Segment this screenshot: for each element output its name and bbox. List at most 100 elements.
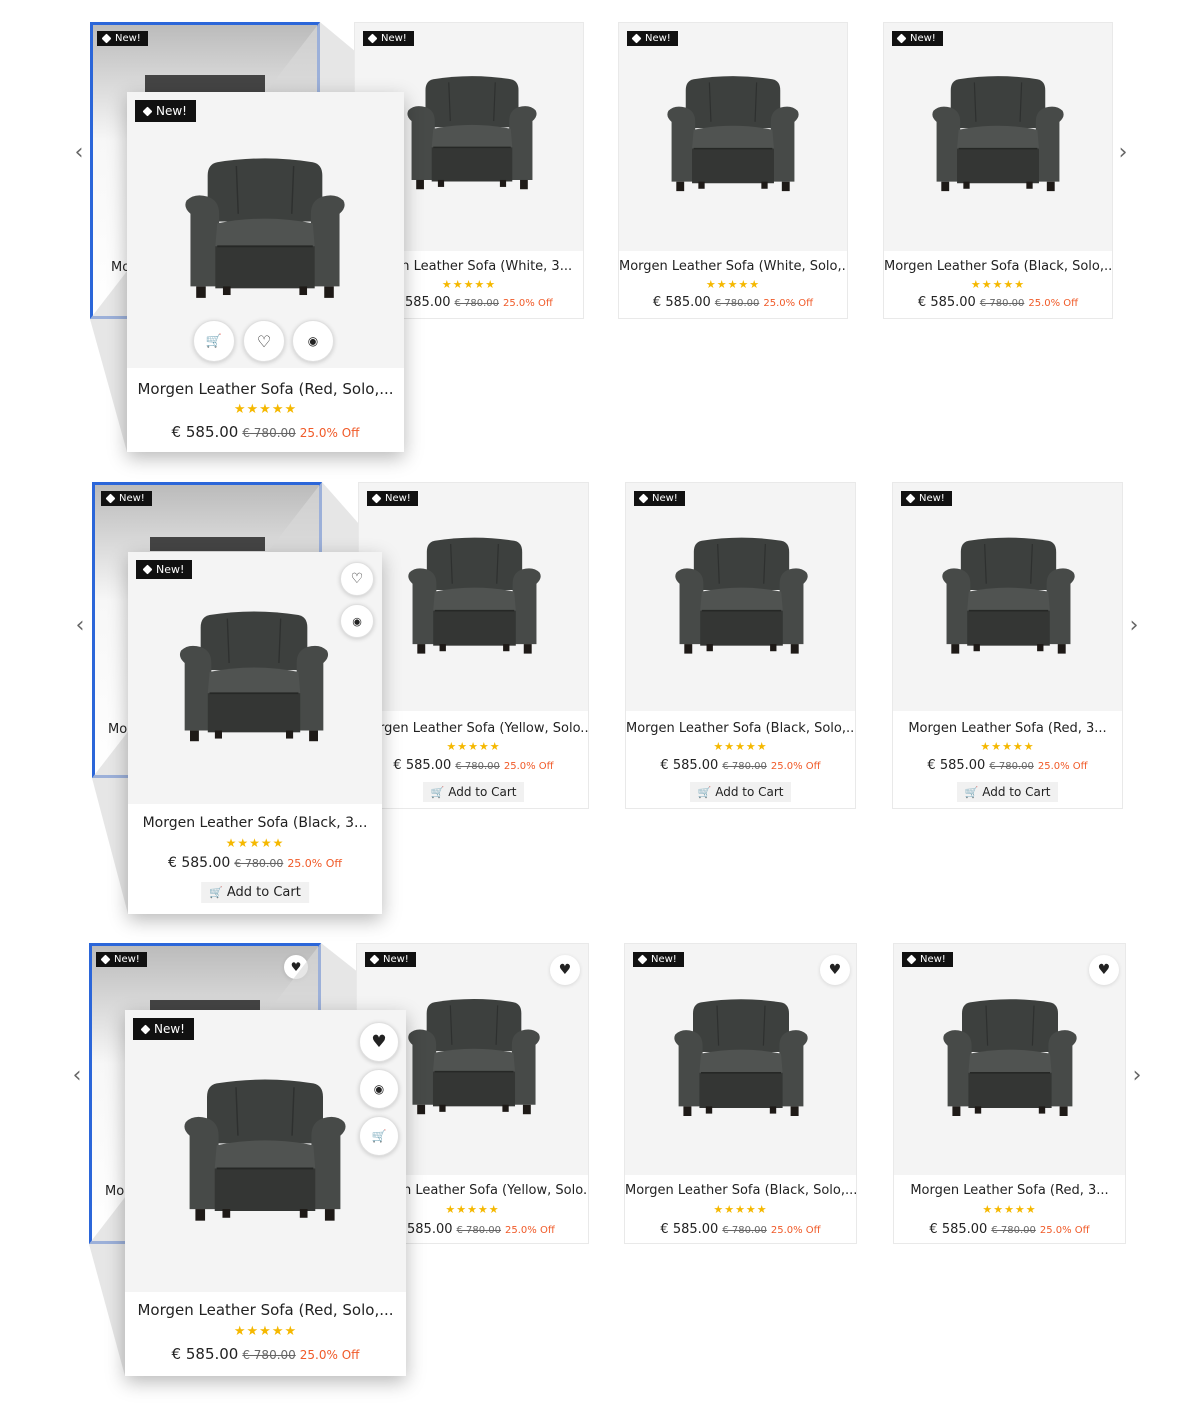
product-image[interactable] xyxy=(670,533,813,663)
new-badge: New! xyxy=(96,952,147,967)
heart-icon: ♥ xyxy=(558,962,572,978)
tag-icon xyxy=(906,954,917,965)
add-to-cart-button[interactable]: 🛒 Add to Cart xyxy=(422,782,525,802)
product-card[interactable]: New! rgen Leather Sofa (Yellow, Solo... … xyxy=(358,482,589,809)
cart-icon: 🛒 xyxy=(209,886,223,899)
rating-stars: ★★★★★ xyxy=(713,740,768,753)
product-image[interactable] xyxy=(927,73,1069,199)
carousel-row-1: ‹ › New! Mo New! gen Leather Sofa (White… xyxy=(0,0,1185,460)
heart-icon: ♡ xyxy=(350,571,364,587)
eye-icon: ◉ xyxy=(373,1082,385,1096)
product-image[interactable] xyxy=(174,606,334,752)
product-card[interactable]: New! Morgen Leather Sofa (Black, Solo,..… xyxy=(625,482,856,809)
cart-icon: 🛒 xyxy=(371,1129,387,1143)
product-image[interactable] xyxy=(669,994,813,1126)
product-name[interactable]: Morgen Leather Sofa (Black, Solo,... xyxy=(884,259,1112,274)
new-badge: New! xyxy=(892,31,943,46)
product-name[interactable]: n Leather Sofa (Yellow, Solo... xyxy=(403,1183,588,1198)
price-line: € 585.00 € 780.00 25.0% Off xyxy=(393,758,554,773)
tag-icon xyxy=(142,106,153,116)
product-name[interactable]: rgen Leather Sofa (Yellow, Solo... xyxy=(379,721,588,736)
product-image[interactable] xyxy=(938,994,1082,1126)
quick-view-button[interactable]: ◉ xyxy=(359,1069,399,1109)
add-to-cart-button[interactable]: 🛒 xyxy=(359,1116,399,1156)
rating-stars: ★★★★★ xyxy=(705,278,761,291)
product-name[interactable]: Morgen Leather Sofa (Red, Solo,... xyxy=(125,1301,406,1319)
tag-icon xyxy=(905,493,916,504)
product-card[interactable]: New! Morgen Leather Sofa (Black, Solo,..… xyxy=(883,22,1113,319)
product-image[interactable] xyxy=(403,533,546,663)
price-line: € 585.00 € 780.00 25.0% Off xyxy=(652,295,814,310)
tag-icon xyxy=(367,33,378,44)
product-image[interactable] xyxy=(937,533,1080,663)
eye-icon: ◉ xyxy=(307,334,319,348)
product-name[interactable]: Morgen Leather Sofa (Black, Solo,... xyxy=(625,1183,856,1198)
product-card[interactable]: New! Morgen Leather Sofa (Red, 3... ★★★★… xyxy=(892,482,1123,809)
add-to-cart-button[interactable]: 🛒 Add to Cart xyxy=(956,782,1059,802)
new-badge: New! xyxy=(133,1018,194,1040)
rating-stars: ★★★★★ xyxy=(446,740,501,753)
product-card[interactable]: New! Morgen Leather Sofa (White, Solo,..… xyxy=(618,22,848,319)
product-image[interactable] xyxy=(178,1072,352,1234)
new-badge: New! xyxy=(97,31,148,46)
cart-icon: 🛒 xyxy=(430,785,445,799)
new-badge: New! xyxy=(633,952,684,967)
tag-icon xyxy=(371,493,382,504)
tag-icon xyxy=(638,493,649,504)
new-badge: New! xyxy=(901,491,952,506)
rating-stars: ★★★★★ xyxy=(982,1203,1037,1216)
new-badge: New! xyxy=(627,31,678,46)
product-name[interactable]: Morgen Leather Sofa (Black, Solo,... xyxy=(626,721,855,736)
heart-icon: ♥ xyxy=(1097,962,1111,978)
price-line: 585.00 € 780.00 25.0% Off xyxy=(405,295,553,310)
new-badge: New! xyxy=(365,952,416,967)
wishlist-button[interactable]: ♥ xyxy=(1089,955,1119,985)
tag-icon xyxy=(896,33,907,44)
new-badge: New! xyxy=(135,100,196,122)
product-card[interactable]: New! ♥ Morgen Leather Sofa (Red, 3... ★★… xyxy=(893,943,1126,1244)
new-badge: New! xyxy=(136,560,193,579)
product-name[interactable]: Morgen Leather Sofa (Red, 3... xyxy=(893,721,1122,736)
heart-icon: ♥ xyxy=(828,962,842,978)
carousel-row-2: ‹ › New! Mo New! rgen Leather Sofa (Yell… xyxy=(0,480,1185,920)
rating-stars: ★★★★★ xyxy=(225,836,285,850)
rating-stars: ★★★★★ xyxy=(713,1203,768,1216)
price-line: € 585.00 € 780.00 25.0% Off xyxy=(167,855,342,871)
price-line: € 585.00 € 780.00 25.0% Off xyxy=(660,1222,821,1237)
wishlist-button[interactable]: ♥ xyxy=(820,955,850,985)
rating-stars: ★★★★★ xyxy=(233,1324,298,1339)
tag-icon xyxy=(100,954,111,965)
quick-view-button[interactable]: ◉ xyxy=(340,604,374,638)
wishlist-button[interactable]: ♡ xyxy=(243,320,285,362)
wishlist-button[interactable]: ♥ xyxy=(359,1022,399,1062)
wishlist-button[interactable]: ♡ xyxy=(340,562,374,596)
hover-preview-card[interactable]: New! ♡ ◉ Morgen Leather Sofa (Black, 3..… xyxy=(128,552,382,914)
rating-stars: ★★★★★ xyxy=(980,740,1035,753)
carousel-row-3: ‹ › New! ♥ Mo New! ♥ n Leather Sofa (Yel… xyxy=(0,940,1185,1390)
product-name[interactable]: Morgen Leather Sofa (Red, Solo,... xyxy=(127,380,404,398)
tag-icon xyxy=(105,493,116,504)
tag-icon xyxy=(140,1024,151,1034)
tag-icon xyxy=(637,954,648,965)
wishlist-button[interactable]: ♥ xyxy=(550,955,580,985)
product-name[interactable]: Morgen Leather Sofa (Red, 3... xyxy=(894,1183,1125,1198)
hover-preview-card[interactable]: New! 🛒 ♡ ◉ Morgen Leather Sofa (Red, Sol… xyxy=(127,92,404,452)
hover-preview-card[interactable]: New! ♥ ◉ 🛒 Morgen Leather Sofa (Red, Sol… xyxy=(125,1010,406,1376)
product-name[interactable]: Morgen Leather Sofa (White, Solo,... xyxy=(619,259,847,274)
price-line: € 585.00 € 780.00 25.0% Off xyxy=(660,758,821,773)
product-name[interactable]: Morgen Leather Sofa (Black, 3... xyxy=(128,815,382,831)
tag-icon xyxy=(631,33,642,44)
product-name[interactable]: gen Leather Sofa (White, 3... xyxy=(385,259,583,274)
product-card[interactable]: New! ♥ Morgen Leather Sofa (Black, Solo,… xyxy=(624,943,857,1244)
quick-view-button[interactable]: ◉ xyxy=(292,320,334,362)
tag-icon xyxy=(369,954,380,965)
tag-icon xyxy=(101,33,112,44)
add-to-cart-button[interactable]: 🛒 xyxy=(193,320,235,362)
add-to-cart-button[interactable]: 🛒 Add to Cart xyxy=(689,782,792,802)
product-image[interactable] xyxy=(402,73,542,197)
add-to-cart-button[interactable]: 🛒 Add to Cart xyxy=(201,882,309,903)
rating-stars: ★★★★★ xyxy=(970,278,1026,291)
product-image[interactable] xyxy=(179,152,351,310)
product-image[interactable] xyxy=(662,73,804,199)
product-image[interactable] xyxy=(403,994,545,1124)
